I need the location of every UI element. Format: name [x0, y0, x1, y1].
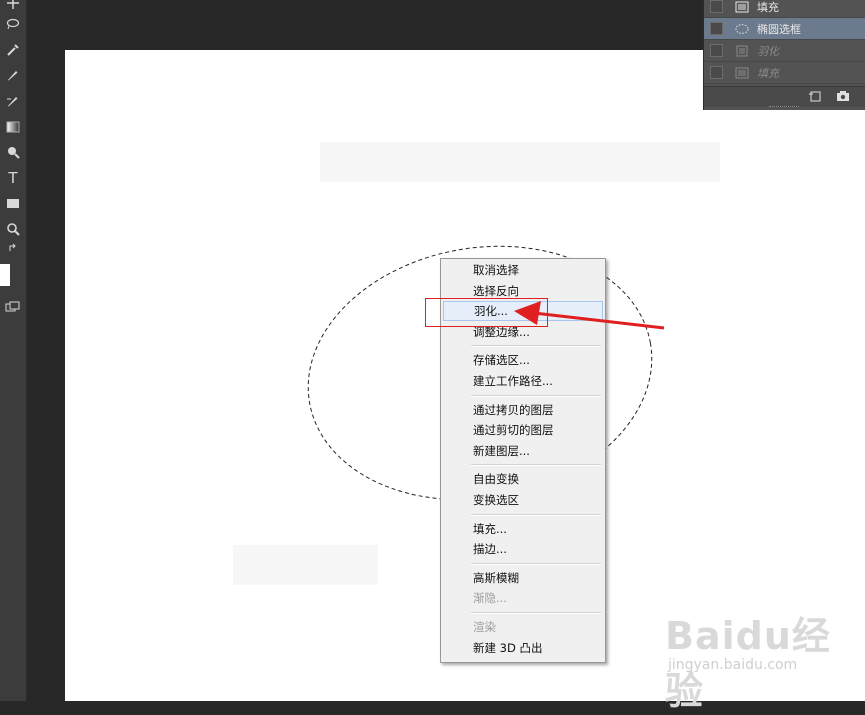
watermark: Baidu经验 jingyan.baidu.com: [660, 605, 865, 713]
annotation-arrow-icon: [514, 301, 665, 330]
watermark-url: jingyan.baidu.com: [668, 657, 798, 673]
